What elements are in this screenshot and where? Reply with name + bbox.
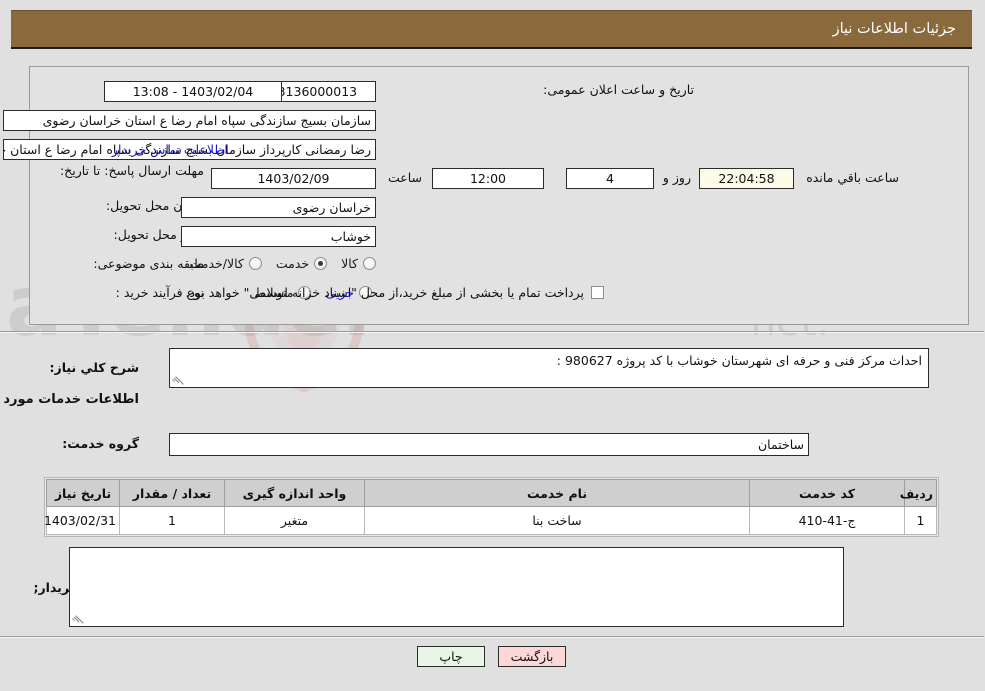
services-table: ردیف کد خدمت نام خدمت واحد اندازه گیری ت…: [45, 479, 938, 535]
cell-service-code: ج-41-410: [750, 506, 906, 535]
page-header-bar: جزئیات اطلاعات نیاز: [12, 10, 973, 49]
service-group-value: ساختمان: [170, 433, 810, 456]
deadline-label: مهلت ارسال پاسخ: تا تاریخ:: [60, 163, 205, 178]
back-button[interactable]: بازگشت: [499, 646, 567, 667]
cell-quantity: 1: [120, 506, 226, 535]
radio-category-kala-khedmat[interactable]: [249, 257, 263, 270]
page-title: جزئیات اطلاعات نیاز: [833, 21, 957, 37]
radio-category-kala-label: کالا: [342, 256, 359, 271]
need-description-label: شرح کلي نیاز:: [50, 360, 140, 375]
treasury-bond-checkbox-group: پرداخت تمام یا بخشی از مبلغ خرید،از محل …: [186, 285, 605, 300]
print-button[interactable]: چاپ: [418, 646, 486, 667]
service-group-label: گروه خدمت:: [63, 436, 140, 451]
th-radif: ردیف: [901, 479, 938, 507]
cell-unit: متغیر: [225, 506, 366, 535]
services-section-heading: اطلاعات خدمات مورد نیاز: [0, 392, 140, 407]
services-table-wrapper: ردیف کد خدمت نام خدمت واحد اندازه گیری ت…: [45, 477, 940, 537]
table-header-row: ردیف کد خدمت نام خدمت واحد اندازه گیری ت…: [47, 479, 938, 507]
section-divider-top: [0, 331, 985, 333]
cell-service-name: ساخت بنا: [365, 506, 751, 535]
city-value: خوشاب: [182, 226, 377, 247]
announce-datetime-value: 1403/02/04 - 13:08: [105, 81, 283, 102]
radio-category-kala[interactable]: [364, 257, 377, 270]
th-service-name: نام خدمت: [365, 479, 751, 507]
deadline-days-suffix: روز و: [663, 170, 692, 185]
need-description-textarea[interactable]: احداث مرکز فنی و حرفه ای شهرستان خوشاب ب…: [170, 348, 930, 388]
th-quantity: تعداد / مقدار: [120, 479, 226, 507]
th-need-date: تاریخ نیاز: [47, 479, 121, 507]
cell-radif: 1: [905, 506, 938, 535]
buyer-contact-link[interactable]: اطلاعات تماس خریدار: [113, 142, 229, 157]
cell-need-date: 1403/02/31: [45, 506, 121, 535]
table-row: 1 ج-41-410 ساخت بنا متغیر 1 1403/02/31: [45, 506, 938, 535]
deadline-date-value: 1403/02/09: [212, 168, 377, 189]
resize-grip-icon: [73, 613, 85, 625]
deadline-time-label: ساعت: [388, 170, 423, 185]
th-service-code: کد خدمت: [750, 479, 906, 507]
province-value: خراسان رضوی: [182, 197, 377, 218]
th-unit: واحد اندازه گیری: [225, 479, 366, 507]
treasury-bond-checkbox[interactable]: [592, 286, 605, 299]
section-divider-bottom: [0, 636, 985, 638]
treasury-bond-label: پرداخت تمام یا بخشی از مبلغ خرید،از محل …: [186, 285, 585, 300]
radio-category-khedmat-label: خدمت: [276, 256, 311, 271]
radio-category-khedmat[interactable]: [315, 257, 329, 270]
row-deadline: مهلت ارسال پاسخ: تا تاریخ:: [45, 163, 205, 179]
deadline-time-value: 12:00: [433, 168, 545, 189]
category-radio-group: کالا خدمت کالا/خدمت: [176, 256, 377, 271]
radio-category-kala-khedmat-label: کالا/خدمت: [190, 256, 245, 271]
deadline-countdown-suffix: ساعت باقي مانده: [807, 170, 900, 185]
action-button-bar: بازگشت چاپ: [0, 646, 985, 667]
row-announce-datetime: تاریخ و ساعت اعلان عمومی:: [544, 82, 695, 97]
deadline-countdown-value: 22:04:58: [700, 168, 795, 189]
announce-datetime-label: تاریخ و ساعت اعلان عمومی:: [544, 82, 695, 97]
buyer-org-value: سازمان بسیج سازندگی سپاه امام رضا ع استا…: [4, 110, 377, 131]
resize-grip-icon: [173, 374, 185, 386]
need-description-value: احداث مرکز فنی و حرفه ای شهرستان خوشاب ب…: [557, 353, 923, 368]
buyer-notes-textarea[interactable]: [70, 547, 845, 627]
deadline-days-value: 4: [567, 168, 655, 189]
